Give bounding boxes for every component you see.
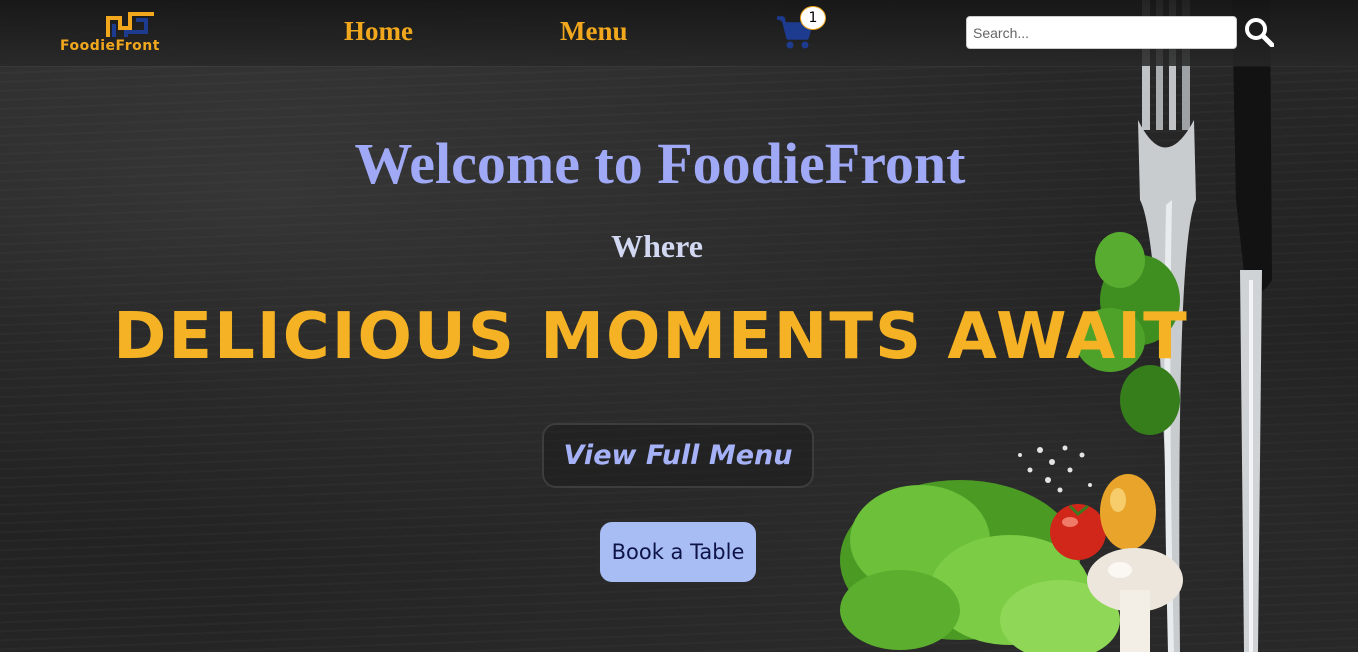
- search-icon[interactable]: [1244, 17, 1275, 48]
- hero-tagline: DELICIOUS MOMENTS AWAIT: [113, 300, 1189, 374]
- hero-title: Welcome to FoodieFront: [354, 131, 966, 196]
- salt-crystals-image: [1018, 445, 1092, 493]
- brand-name: FoodieFront: [60, 38, 160, 54]
- cart-count-badge: 1: [800, 6, 826, 30]
- hero-subtitle: Where: [611, 228, 703, 264]
- yellow-tomato-image: [1100, 474, 1156, 550]
- search-input[interactable]: [966, 16, 1237, 49]
- nav-home-link[interactable]: Home: [344, 16, 413, 47]
- brand-logo[interactable]: FoodieFront: [60, 10, 205, 54]
- book-table-button[interactable]: Book a Table: [598, 520, 758, 584]
- navbar: FoodieFront Home Menu 1: [0, 0, 1358, 66]
- view-full-menu-button[interactable]: View Full Menu: [542, 423, 814, 488]
- cherry-tomato-image: [1050, 504, 1106, 560]
- nav-menu-link[interactable]: Menu: [560, 16, 628, 47]
- logo-icon: [106, 12, 154, 37]
